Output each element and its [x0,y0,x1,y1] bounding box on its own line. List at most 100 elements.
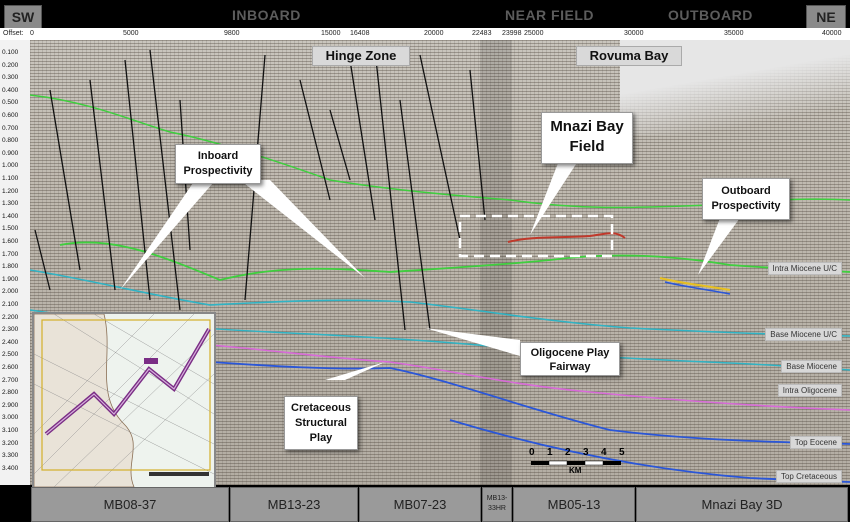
near-field-strip [480,40,512,485]
oligocene-play-fairway-callout: Oligocene Play Fairway [520,342,620,376]
fault-line [299,79,331,201]
fault-line [89,79,116,291]
scale-tick: 1 [547,447,553,458]
inset-scale [149,472,209,476]
fault-line [349,59,376,221]
offset-tick: 22483 [472,30,492,37]
horizon-label-top-cretaceous: Top Cretaceous [775,470,842,483]
depth-tick: 3.400 [2,464,19,472]
direction-sw-badge: SW [4,5,42,29]
horizon-label-intra-miocene-uc: Intra Miocene U/C [767,262,842,275]
offset-tick: 35000 [724,30,744,37]
scale-bar: 0 1 2 3 4 5 KM [523,446,633,476]
depth-tick: 1.700 [2,250,19,258]
depth-tick: 2.000 [2,288,19,296]
depth-tick: 0.400 [2,86,19,94]
horizon-label-base-miocene: Base Miocene [781,360,842,373]
depth-tick: 0.800 [2,137,19,145]
depth-tick: 2.500 [2,351,19,359]
line-label: MB08-37 [31,487,229,522]
depth-axis: 0.100 0.200 0.300 0.400 0.500 0.600 0.700 0.800… [0,40,31,485]
offset-tick: 0 [30,30,34,37]
offset-tick: 20000 [424,30,444,37]
depth-tick: 2.300 [2,326,19,334]
offset-label: Offset: [3,30,24,37]
scale-tick: 2 [565,447,571,458]
depth-tick: 2.700 [2,376,19,384]
offset-tick: 30000 [624,30,644,37]
depth-tick: 2.400 [2,338,19,346]
direction-ne-badge: NE [806,5,846,29]
horizon-label-base-miocene-uc: Base Miocene U/C [765,328,842,341]
inboard-pointer-2 [240,180,365,278]
line-labels-bar: MB08-37 MB13-23 MB07-23 MB13-33HR MB05-1… [0,487,850,522]
fault-line [49,89,81,271]
inset-field-marker [144,358,158,364]
depth-tick: 1.000 [2,162,19,170]
top-bar: SW INBOARD NEAR FIELD OUTBOARD NE [0,0,850,30]
offset-tick: 23998 [502,30,522,37]
depth-tick: 1.300 [2,200,19,208]
depth-tick: 1.200 [2,187,19,195]
field-event [507,232,626,243]
offset-tick: 15000 [321,30,341,37]
depth-tick: 1.500 [2,225,19,233]
offset-tick: 40000 [822,30,842,37]
line-label: MB13-33HR [482,487,512,522]
depth-tick: 0.900 [2,149,19,157]
rovuma-bay-label: Rovuma Bay [576,46,682,66]
depth-tick: 3.300 [2,452,19,460]
scale-tick: 3 [583,447,589,458]
outboard-pointer [698,218,740,275]
line-label: MB13-23 [230,487,358,522]
depth-tick: 3.200 [2,439,19,447]
fault-line [399,99,431,331]
depth-tick: 2.200 [2,313,19,321]
depth-tick: 2.800 [2,389,19,397]
outboard-prospectivity-callout: Outboard Prospectivity [702,178,790,220]
offset-tick: 5000 [123,30,139,37]
fault-line [124,59,151,301]
scale-tick: 4 [601,447,607,458]
region-outboard: OUTBOARD [668,7,753,23]
fault-line [419,54,461,241]
depth-tick: 0.100 [2,49,19,56]
depth-tick: 0.700 [2,124,19,132]
cretaceous-pointer [325,362,385,380]
mnazi-pointer [530,158,580,235]
depth-tick: 1.400 [2,212,19,220]
mnazi-bay-field-callout: Mnazi Bay Field [541,112,633,164]
depth-tick: 0.200 [2,61,19,69]
offset-tick: 16408 [350,30,370,37]
depth-tick: 3.000 [2,414,19,422]
depth-tick: 1.800 [2,263,19,271]
fault-line [34,229,51,291]
offset-tick: 25000 [524,30,544,37]
offset-tick: 9800 [224,30,240,37]
inset-map-graphic [34,314,214,487]
scale-tick: 5 [619,447,625,458]
depth-tick: 1.100 [2,175,19,182]
scale-unit: KM [569,466,582,475]
depth-tick: 0.300 [2,74,19,82]
line-label: MB07-23 [359,487,481,522]
region-inboard: INBOARD [232,7,301,23]
fault-line [329,109,351,181]
line-label: MB05-13 [513,487,635,522]
location-inset-map [32,312,216,489]
inboard-pointer-1 [120,175,220,290]
depth-tick: 0.600 [2,112,19,119]
depth-tick: 1.900 [2,275,19,283]
horizon-label-intra-oligocene: Intra Oligocene [777,384,842,397]
horizon-intra-miocene [59,241,850,281]
line-label: Mnazi Bay 3D [636,487,848,522]
inboard-prospectivity-callout: Inboard Prospectivity [175,144,261,184]
hinge-zone-label: Hinge Zone [312,46,410,66]
depth-tick: 3.100 [2,427,19,434]
horizon-label-top-eocene: Top Eocene [789,436,842,449]
scale-tick: 0 [529,447,535,458]
cretaceous-structural-play-callout: Cretaceous Structural Play [284,396,358,450]
depth-tick: 1.600 [2,238,19,245]
depth-tick: 2.600 [2,364,19,371]
depth-tick: 0.500 [2,99,19,107]
